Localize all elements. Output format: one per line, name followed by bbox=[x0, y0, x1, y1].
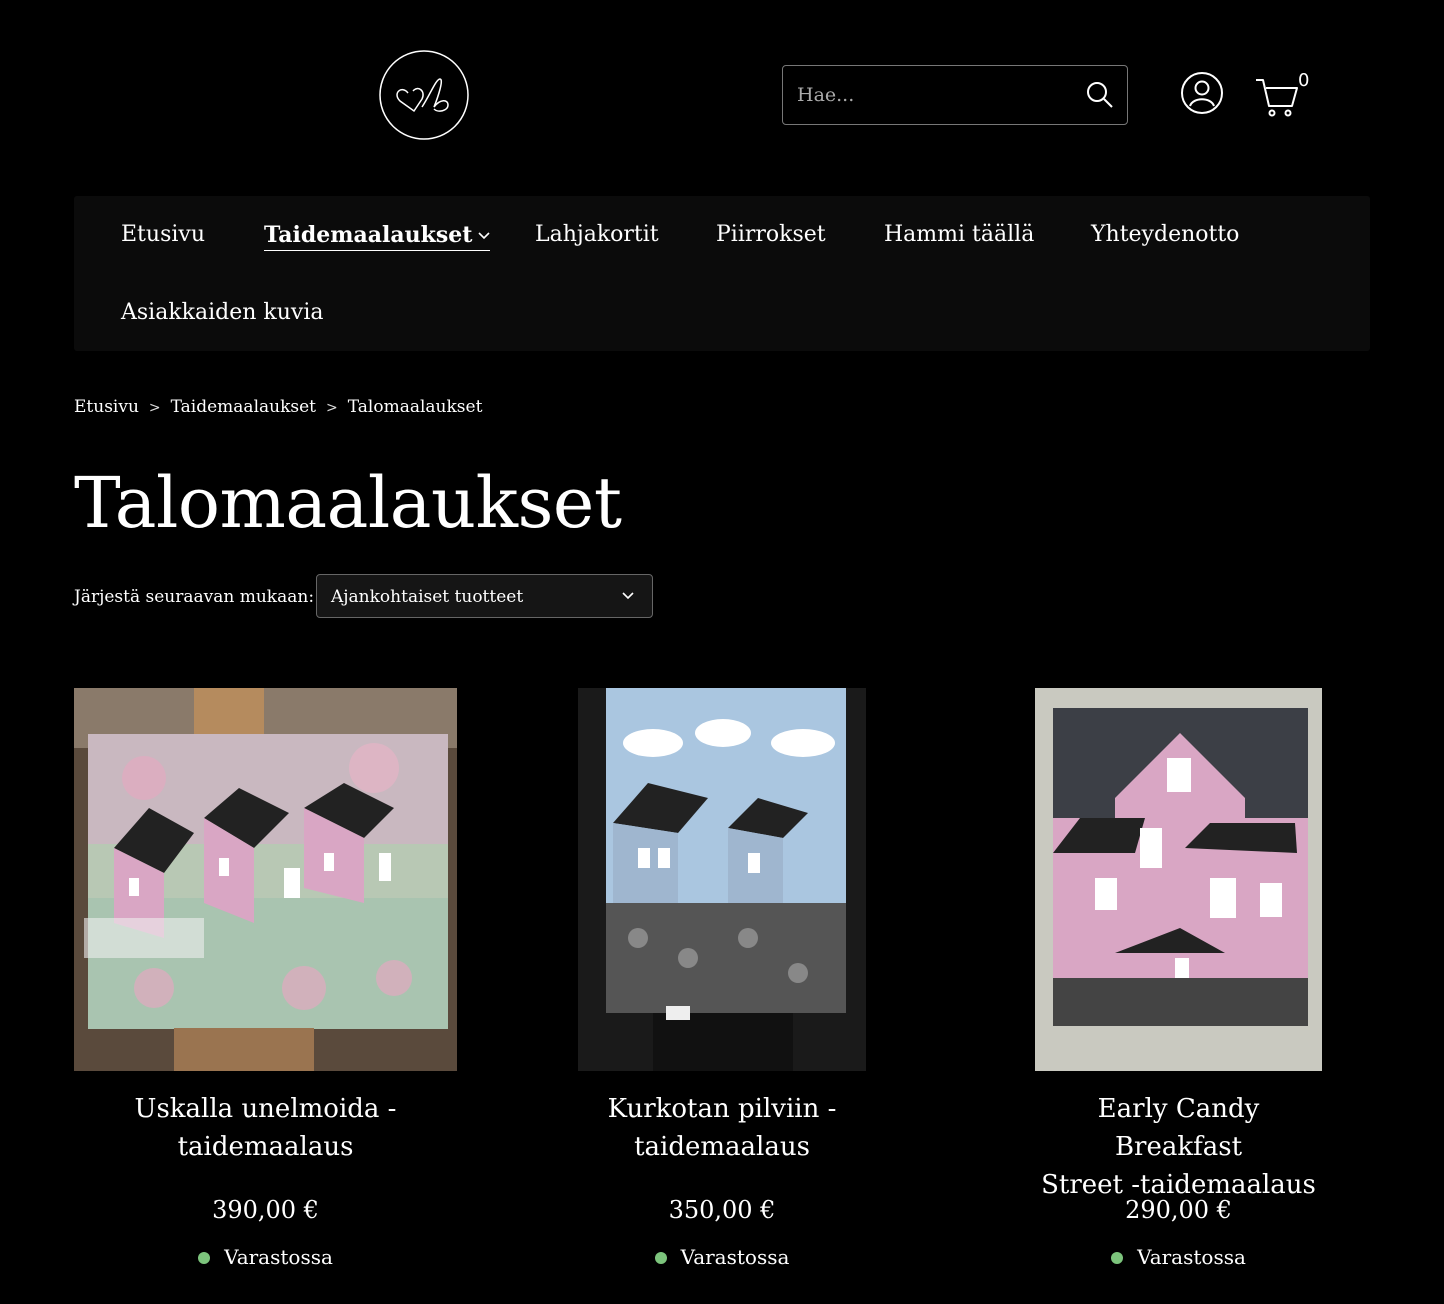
nav-item-hammi-taalla[interactable]: Hammi täällä bbox=[884, 222, 1034, 247]
product-name[interactable]: Kurkotan pilviin - taidemaalaus bbox=[578, 1090, 866, 1166]
nav-item-asiakkaiden-kuvia[interactable]: Asiakkaiden kuvia bbox=[121, 300, 324, 325]
breadcrumb-separator: > bbox=[326, 400, 338, 416]
account-icon[interactable] bbox=[1180, 71, 1224, 115]
breadcrumb: Etusivu > Taidemaalaukset > Talomaalaukset bbox=[74, 397, 482, 417]
stock-dot-icon bbox=[654, 1251, 667, 1264]
product-image[interactable] bbox=[74, 688, 457, 1071]
product-image[interactable] bbox=[1035, 688, 1322, 1071]
stock-dot-icon bbox=[198, 1251, 211, 1264]
search-icon[interactable] bbox=[1085, 80, 1115, 110]
product-price: 290,00 € bbox=[1125, 1196, 1232, 1224]
product-card[interactable]: Kurkotan pilviin - taidemaalaus 350,00 € … bbox=[578, 688, 866, 1288]
page-title: Talomaalaukset bbox=[74, 462, 622, 544]
stock-label: Varastossa bbox=[224, 1245, 333, 1269]
nav-item-lahjakortit[interactable]: Lahjakortit bbox=[535, 222, 659, 247]
stock-dot-icon bbox=[1111, 1251, 1124, 1264]
cart-count-badge: 0 bbox=[1298, 70, 1310, 91]
nav-item-piirrokset[interactable]: Piirrokset bbox=[716, 222, 826, 247]
search-box bbox=[782, 65, 1128, 125]
product-name-line: Uskalla unelmoida - bbox=[134, 1094, 397, 1124]
sort-dropdown[interactable]: Ajankohtaiset tuotteet bbox=[316, 574, 653, 618]
breadcrumb-item-current: Talomaalaukset bbox=[347, 397, 483, 417]
main-navigation: Etusivu Taidemaalaukset Lahjakortit Piir… bbox=[74, 196, 1370, 351]
product-name[interactable]: Uskalla unelmoida - taidemaalaus bbox=[74, 1090, 457, 1166]
nav-item-label: Taidemaalaukset bbox=[264, 222, 473, 248]
product-card[interactable]: Early Candy Breakfast Street -taidemaalau… bbox=[1035, 688, 1322, 1288]
breadcrumb-item-taidemaalaukset[interactable]: Taidemaalaukset bbox=[171, 397, 316, 417]
cart-icon[interactable] bbox=[1254, 74, 1300, 118]
brand-logo[interactable] bbox=[378, 49, 470, 141]
nav-item-yhteydenotto[interactable]: Yhteydenotto bbox=[1091, 222, 1239, 247]
search-input[interactable] bbox=[783, 66, 1073, 124]
breadcrumb-separator: > bbox=[148, 400, 161, 416]
product-name-line: Kurkotan pilviin - bbox=[607, 1094, 837, 1124]
stock-status: Varastossa bbox=[1035, 1245, 1322, 1269]
breadcrumb-item-etusivu[interactable]: Etusivu bbox=[74, 397, 139, 417]
product-name-line: Early Candy Breakfast bbox=[1097, 1094, 1260, 1162]
product-name[interactable]: Early Candy Breakfast Street -taidemaalau… bbox=[1035, 1090, 1322, 1204]
stock-label: Varastossa bbox=[680, 1245, 790, 1269]
chevron-down-icon bbox=[478, 232, 491, 240]
chevron-down-icon bbox=[622, 592, 634, 600]
sort-label: Järjestä seuraavan mukaan: bbox=[74, 587, 315, 607]
product-name-line: taidemaalaus bbox=[177, 1132, 354, 1162]
stock-status: Varastossa bbox=[74, 1245, 457, 1269]
sort-selected-value: Ajankohtaiset tuotteet bbox=[331, 587, 524, 607]
stock-status: Varastossa bbox=[578, 1245, 866, 1269]
product-price: 390,00 € bbox=[212, 1196, 319, 1224]
nav-item-taidemaalaukset[interactable]: Taidemaalaukset bbox=[264, 222, 491, 251]
product-price: 350,00 € bbox=[668, 1196, 776, 1224]
stock-label: Varastossa bbox=[1137, 1245, 1246, 1269]
nav-item-etusivu[interactable]: Etusivu bbox=[121, 222, 205, 247]
product-card[interactable]: Uskalla unelmoida - taidemaalaus 390,00 €… bbox=[74, 688, 457, 1288]
product-image[interactable] bbox=[578, 688, 866, 1071]
product-name-line: taidemaalaus bbox=[634, 1132, 810, 1162]
